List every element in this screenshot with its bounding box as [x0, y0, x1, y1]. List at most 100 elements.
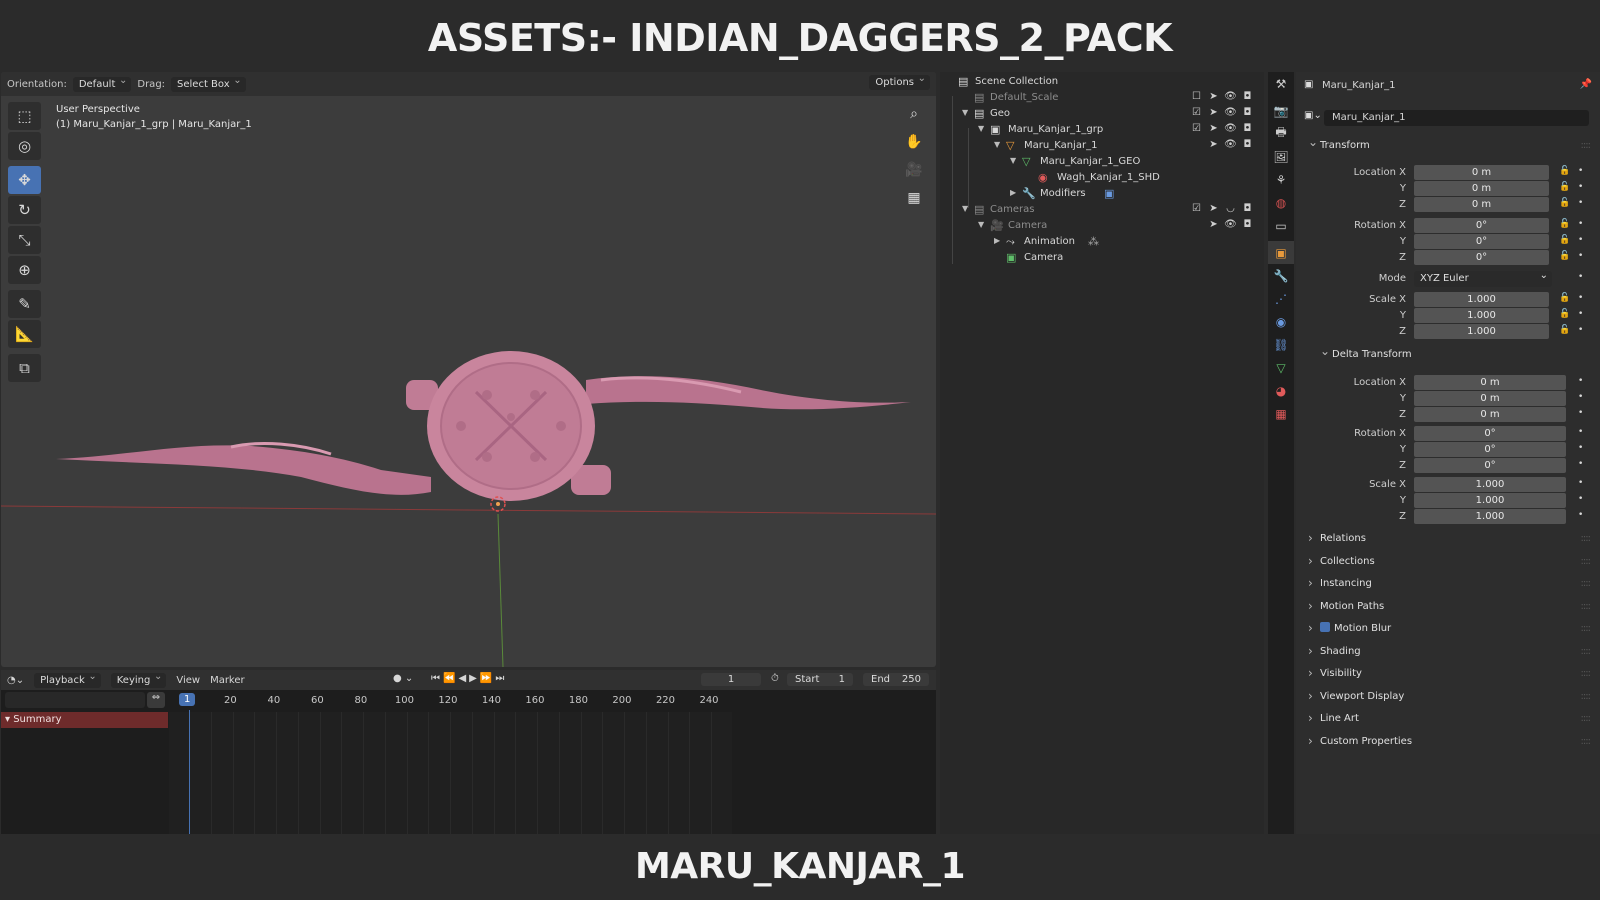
lock-icon[interactable]: 🔓 — [1559, 325, 1570, 335]
select-arrow-icon[interactable]: ➤ — [1207, 107, 1220, 118]
transform-icon[interactable]: ⊕ — [8, 256, 41, 284]
outliner-row-maru-kanjar-geo[interactable]: ▼ ▽ Maru_Kanjar_1_GEO — [940, 154, 1264, 170]
keyframe-dot-icon[interactable]: • — [1578, 325, 1583, 335]
summary-channel[interactable]: ▾ Summary — [1, 712, 168, 728]
expand-arrow-icon[interactable]: ▼ — [994, 140, 1000, 149]
jump-start-icon[interactable]: ⏮ — [431, 673, 443, 684]
panel-header-motion-blur[interactable]: Motion Blur:::: — [1300, 619, 1591, 638]
lock-icon[interactable]: 🔓 — [1559, 182, 1570, 192]
keyframe-dot-icon[interactable]: • — [1578, 443, 1583, 453]
panel-header-visibility[interactable]: Visibility:::: — [1300, 664, 1591, 683]
object-tab-icon[interactable]: ▣ — [1268, 241, 1294, 264]
exclude-checkbox-icon[interactable]: ☐ — [1190, 91, 1203, 102]
expand-arrow-icon[interactable]: ▼ — [962, 108, 968, 117]
measure-icon[interactable]: 📐 — [8, 320, 41, 348]
outliner-row-geo[interactable]: ▼ ▤ Geo ☑ ➤ 👁 ◘ — [940, 106, 1264, 122]
scale-icon[interactable]: ⤡ — [8, 226, 41, 254]
start-frame-field[interactable]: Start 1 — [787, 673, 853, 686]
object-browse-icon[interactable]: ▣⌄ — [1304, 110, 1322, 121]
keyframe-dot-icon[interactable]: • — [1578, 182, 1583, 192]
outliner-row-animation[interactable]: ▶ ⤳ Animation ⁂ — [940, 234, 1264, 250]
expand-arrow-icon[interactable]: ▼ — [1010, 156, 1016, 165]
keyframe-dot-icon[interactable]: • — [1578, 427, 1583, 437]
keyframe-dot-icon[interactable]: • — [1578, 376, 1583, 386]
tool-tab-icon[interactable]: ⚒ — [1268, 72, 1294, 95]
panel-header-relations[interactable]: Relations:::: — [1300, 529, 1591, 548]
property-value-field[interactable]: 0 m — [1414, 165, 1549, 180]
property-value-field[interactable]: 0° — [1414, 218, 1549, 233]
expand-arrow-icon[interactable]: ▼ — [978, 124, 984, 133]
property-value-field[interactable]: 0 m — [1414, 391, 1566, 406]
editor-type-icon[interactable]: ◔⌄ — [7, 675, 24, 686]
property-value-field[interactable]: 0 m — [1414, 197, 1549, 212]
render-tab-icon[interactable]: 📷 — [1268, 99, 1294, 122]
property-value-field[interactable]: 1.000 — [1414, 324, 1549, 339]
property-value-field[interactable]: 0° — [1414, 234, 1549, 249]
keyframe-dot-icon[interactable]: • — [1578, 478, 1583, 488]
motion-blur-checkbox[interactable] — [1320, 622, 1330, 632]
timeline-ruler[interactable]: 20 40 60 80 100 120 140 160 180 200 220 240 — [169, 690, 729, 712]
property-value-field[interactable]: 1.000 — [1414, 308, 1549, 323]
keyframe-dot-icon[interactable]: • — [1578, 198, 1583, 208]
lock-icon[interactable]: 🔓 — [1559, 293, 1570, 303]
playback-menu[interactable]: Playback — [34, 671, 101, 688]
collapse-arrow-icon[interactable]: ▶ — [1010, 188, 1016, 197]
keyframe-dot-icon[interactable]: • — [1578, 219, 1583, 229]
view-menu[interactable]: View — [176, 675, 200, 686]
outliner-row-modifiers[interactable]: ▶ 🔧 Modifiers ▣ — [940, 186, 1264, 202]
orientation-dropdown[interactable]: Default — [72, 75, 132, 92]
property-value-field[interactable]: 1.000 — [1414, 509, 1566, 524]
options-dropdown[interactable]: Options — [869, 73, 930, 90]
property-value-field[interactable]: 0° — [1414, 426, 1566, 441]
expand-arrow-icon[interactable]: ▼ — [978, 220, 984, 229]
output-tab-icon[interactable]: 🖶 — [1268, 122, 1294, 145]
marker-menu[interactable]: Marker — [210, 675, 245, 686]
modifier-tab-icon[interactable]: 🔧 — [1268, 264, 1294, 287]
object-name-field[interactable]: Maru_Kanjar_1 — [1324, 110, 1589, 126]
keyframe-dot-icon[interactable]: • — [1578, 309, 1583, 319]
render-camera-icon[interactable]: ◘ — [1241, 107, 1254, 118]
lock-icon[interactable]: 🔓 — [1559, 166, 1570, 176]
panel-header-viewport-display[interactable]: Viewport Display:::: — [1300, 687, 1591, 706]
move-icon[interactable]: ✥ — [8, 166, 41, 194]
eye-icon[interactable]: 👁 — [1224, 219, 1237, 230]
jump-end-icon[interactable]: ⏭ — [495, 673, 507, 684]
swap-icon[interactable]: ⇔ — [147, 692, 165, 708]
property-value-field[interactable]: 0° — [1414, 458, 1566, 473]
timeline-search-input[interactable] — [5, 692, 145, 708]
physics-tab-icon[interactable]: ◉ — [1268, 310, 1294, 333]
checkbox-icon[interactable]: ☑ — [1190, 203, 1203, 214]
render-camera-icon[interactable]: ◘ — [1241, 219, 1254, 230]
material-tab-icon[interactable]: ◕ — [1268, 379, 1294, 402]
keyframe-dot-icon[interactable]: • — [1578, 272, 1583, 282]
constraints-tab-icon[interactable]: ⛓ — [1268, 333, 1294, 356]
outliner-row-cameras[interactable]: ▼ ▤ Cameras ☑ ➤ ◡ ◘ — [940, 202, 1264, 218]
checkbox-icon[interactable]: ☑ — [1190, 107, 1203, 118]
outliner-row-camera-object[interactable]: ▼ 🎥 Camera ➤ 👁 ◘ — [940, 218, 1264, 234]
property-value-field[interactable]: 0° — [1414, 250, 1549, 265]
transform-panel-header[interactable]: Transform:::: — [1300, 133, 1591, 155]
keyframe-dot-icon[interactable]: • — [1578, 293, 1583, 303]
select-arrow-icon[interactable]: ➤ — [1207, 123, 1220, 134]
expand-arrow-icon[interactable]: ▼ — [962, 204, 968, 213]
checkbox-icon[interactable]: ☑ — [1190, 123, 1203, 134]
annotate-icon[interactable]: ✎ — [8, 290, 41, 318]
lock-icon[interactable]: 🔓 — [1559, 219, 1570, 229]
select-arrow-icon[interactable]: ➤ — [1207, 219, 1220, 230]
select-arrow-icon[interactable]: ➤ — [1207, 203, 1220, 214]
outliner-row-default-scale[interactable]: ▤ Default_Scale ☐ ➤ 👁 ◘ — [940, 90, 1264, 106]
panel-header-motion-paths[interactable]: Motion Paths:::: — [1300, 597, 1591, 616]
property-value-field[interactable]: 1.000 — [1414, 493, 1566, 508]
render-camera-icon[interactable]: ◘ — [1241, 123, 1254, 134]
drag-dropdown[interactable]: Select Box — [171, 75, 246, 92]
panel-header-collections[interactable]: Collections:::: — [1300, 552, 1591, 571]
eye-closed-icon[interactable]: ◡ — [1224, 203, 1237, 214]
outliner-row-camera-data[interactable]: ▣ Camera — [940, 250, 1264, 266]
playhead-badge[interactable]: 1 — [179, 693, 196, 706]
zoom-icon[interactable]: ⌕ — [902, 102, 926, 126]
eye-icon[interactable]: 👁 — [1224, 107, 1237, 118]
pin-icon[interactable]: 📌 — [1580, 79, 1592, 90]
select-arrow-icon[interactable]: ➤ — [1207, 139, 1220, 150]
texture-tab-icon[interactable]: ▦ — [1268, 402, 1294, 425]
dagger-model[interactable] — [56, 351, 911, 501]
